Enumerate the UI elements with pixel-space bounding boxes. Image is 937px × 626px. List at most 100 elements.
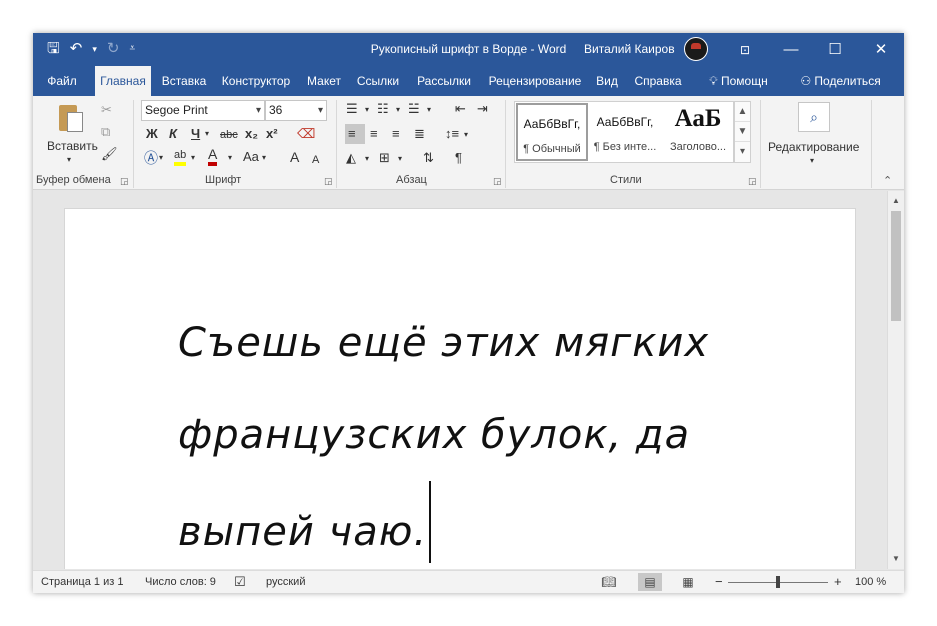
- text-effects-icon[interactable]: Ⓐ: [144, 150, 158, 166]
- document-page[interactable]: Съешь ещё этих мягких французских булок,…: [64, 208, 856, 569]
- bullets-icon[interactable]: ☰: [346, 101, 358, 117]
- tab-home[interactable]: Главная: [95, 66, 151, 96]
- chevron-down-icon[interactable]: ▾: [427, 102, 431, 118]
- numbering-icon[interactable]: ☷: [377, 101, 389, 117]
- print-layout-icon[interactable]: ▤: [638, 573, 662, 591]
- document-line-last[interactable]: выпей чаю.: [178, 481, 818, 569]
- italic-button[interactable]: К: [169, 126, 177, 142]
- pilcrow-icon[interactable]: ¶: [455, 150, 462, 166]
- document-text[interactable]: Съешь ещё этих мягких французских булок,…: [178, 297, 818, 569]
- chevron-down-icon[interactable]: ▾: [262, 150, 266, 166]
- superscript-button[interactable]: x²: [266, 126, 278, 142]
- chevron-down-icon[interactable]: ▾: [810, 153, 814, 169]
- strikethrough-button[interactable]: abc: [220, 127, 238, 143]
- tab-view[interactable]: Вид: [592, 66, 622, 96]
- chevron-down-icon[interactable]: ▾: [256, 101, 261, 120]
- sort-icon[interactable]: ⇅: [423, 150, 434, 166]
- tab-insert[interactable]: Вставка: [156, 66, 212, 96]
- tab-mailings[interactable]: Рассылки: [413, 66, 475, 96]
- tab-layout[interactable]: Макет: [301, 66, 347, 96]
- zoom-in-button[interactable]: +: [834, 574, 842, 589]
- justify-icon[interactable]: ≣: [414, 126, 425, 142]
- undo-icon[interactable]: ↶: [70, 39, 83, 59]
- font-launcher-icon[interactable]: ◲: [324, 176, 333, 187]
- clear-formatting-icon[interactable]: ⌫: [297, 126, 315, 142]
- web-layout-icon[interactable]: ▦: [676, 573, 700, 591]
- style-normal[interactable]: АаБбВвГг, ¶ Обычный: [516, 103, 588, 161]
- save-icon[interactable]: 🖫: [47, 39, 60, 59]
- tab-references[interactable]: Ссылки: [351, 66, 405, 96]
- zoom-slider-thumb[interactable]: [776, 576, 780, 588]
- chevron-down-icon[interactable]: ▾: [365, 102, 369, 118]
- align-right-icon[interactable]: ≡: [392, 126, 400, 142]
- paste-icon[interactable]: [57, 102, 85, 134]
- chevron-down-icon[interactable]: ▾: [318, 101, 323, 120]
- gallery-expand-icon[interactable]: ▾: [735, 142, 750, 162]
- tab-share[interactable]: ⚇ Поделиться: [793, 66, 888, 96]
- chevron-down-icon[interactable]: ▾: [398, 151, 402, 167]
- chevron-down-icon[interactable]: ▾: [205, 126, 209, 142]
- close-button[interactable]: ✕: [858, 33, 904, 66]
- tab-help[interactable]: Справка: [630, 66, 686, 96]
- subscript-button[interactable]: x₂: [245, 126, 258, 142]
- document-line[interactable]: Съешь ещё этих мягких: [178, 297, 818, 389]
- chevron-down-icon[interactable]: ▾: [365, 151, 369, 167]
- zoom-level[interactable]: 100 %: [855, 576, 886, 588]
- font-name-combobox[interactable]: Segoe Print ▾: [141, 100, 265, 121]
- proofing-icon[interactable]: ☑: [234, 574, 246, 590]
- collapse-ribbon-icon[interactable]: ⌃: [883, 174, 892, 187]
- tab-review[interactable]: Рецензирование: [485, 66, 585, 96]
- chevron-down-icon[interactable]: ▾: [464, 127, 468, 143]
- word-count[interactable]: Число слов: 9: [145, 576, 216, 588]
- vertical-scrollbar[interactable]: ▲ ▼: [887, 191, 904, 569]
- zoom-out-button[interactable]: −: [715, 574, 723, 589]
- search-icon[interactable]: ⌕: [798, 102, 830, 132]
- shrink-font-button[interactable]: A: [312, 152, 319, 168]
- grow-font-button[interactable]: A: [290, 149, 299, 165]
- tab-design[interactable]: Конструктор: [216, 66, 296, 96]
- font-color-icon[interactable]: A: [208, 147, 218, 166]
- styles-launcher-icon[interactable]: ◲: [748, 176, 757, 187]
- chevron-down-icon[interactable]: ▾: [67, 152, 71, 168]
- chevron-down-icon[interactable]: ▾: [92, 39, 97, 59]
- style-heading-1[interactable]: АаБ Заголово...: [662, 103, 734, 161]
- chevron-down-icon[interactable]: ▼: [735, 122, 750, 142]
- bold-button[interactable]: Ж: [146, 126, 158, 142]
- underline-button[interactable]: Ч: [191, 126, 200, 142]
- chevron-down-icon[interactable]: ▾: [159, 150, 163, 166]
- decrease-indent-icon[interactable]: ⇤: [455, 101, 466, 117]
- align-center-icon[interactable]: ≡: [370, 126, 378, 142]
- read-mode-icon[interactable]: 📖︎: [597, 573, 621, 591]
- customize-qat-icon[interactable]: ⩡: [129, 39, 135, 59]
- paste-button-label[interactable]: Вставить: [47, 138, 98, 154]
- style-no-spacing[interactable]: АаБбВвГг, ¶ Без инте...: [589, 103, 661, 161]
- clipboard-launcher-icon[interactable]: ◲: [120, 176, 129, 187]
- page-count[interactable]: Страница 1 из 1: [41, 576, 123, 588]
- align-left-icon[interactable]: ≡: [348, 126, 356, 142]
- avatar[interactable]: [684, 37, 708, 61]
- scroll-down-icon[interactable]: ▼: [888, 551, 904, 567]
- minimize-button[interactable]: —: [768, 33, 814, 66]
- format-painter-icon[interactable]: 🖌︎: [101, 146, 118, 162]
- borders-icon[interactable]: ⊞: [379, 150, 390, 166]
- chevron-up-icon[interactable]: ▲: [735, 102, 750, 122]
- user-name[interactable]: Виталий Каиров: [584, 42, 675, 56]
- language[interactable]: русский: [266, 576, 305, 588]
- document-line[interactable]: французских булок, да: [178, 389, 818, 481]
- line-spacing-icon[interactable]: ↕≡: [445, 126, 459, 142]
- shading-icon[interactable]: ◭: [346, 150, 356, 166]
- chevron-down-icon[interactable]: ▾: [228, 150, 232, 166]
- increase-indent-icon[interactable]: ⇥: [477, 101, 488, 117]
- tab-file[interactable]: Файл: [37, 66, 87, 96]
- chevron-down-icon[interactable]: ▾: [191, 150, 195, 166]
- font-size-combobox[interactable]: 36 ▾: [265, 100, 327, 121]
- scroll-up-icon[interactable]: ▲: [888, 193, 904, 209]
- change-case-button[interactable]: Aa: [243, 149, 259, 165]
- tab-tell-me[interactable]: 💡︎ Помощн: [696, 66, 781, 96]
- maximize-button[interactable]: ☐: [812, 33, 858, 66]
- multilevel-list-icon[interactable]: ☱: [408, 101, 420, 117]
- scrollbar-thumb[interactable]: [891, 211, 901, 321]
- document-line[interactable]: выпей чаю.: [178, 509, 427, 555]
- chevron-down-icon[interactable]: ▾: [396, 102, 400, 118]
- ribbon-display-options-button[interactable]: ⊡: [722, 33, 768, 66]
